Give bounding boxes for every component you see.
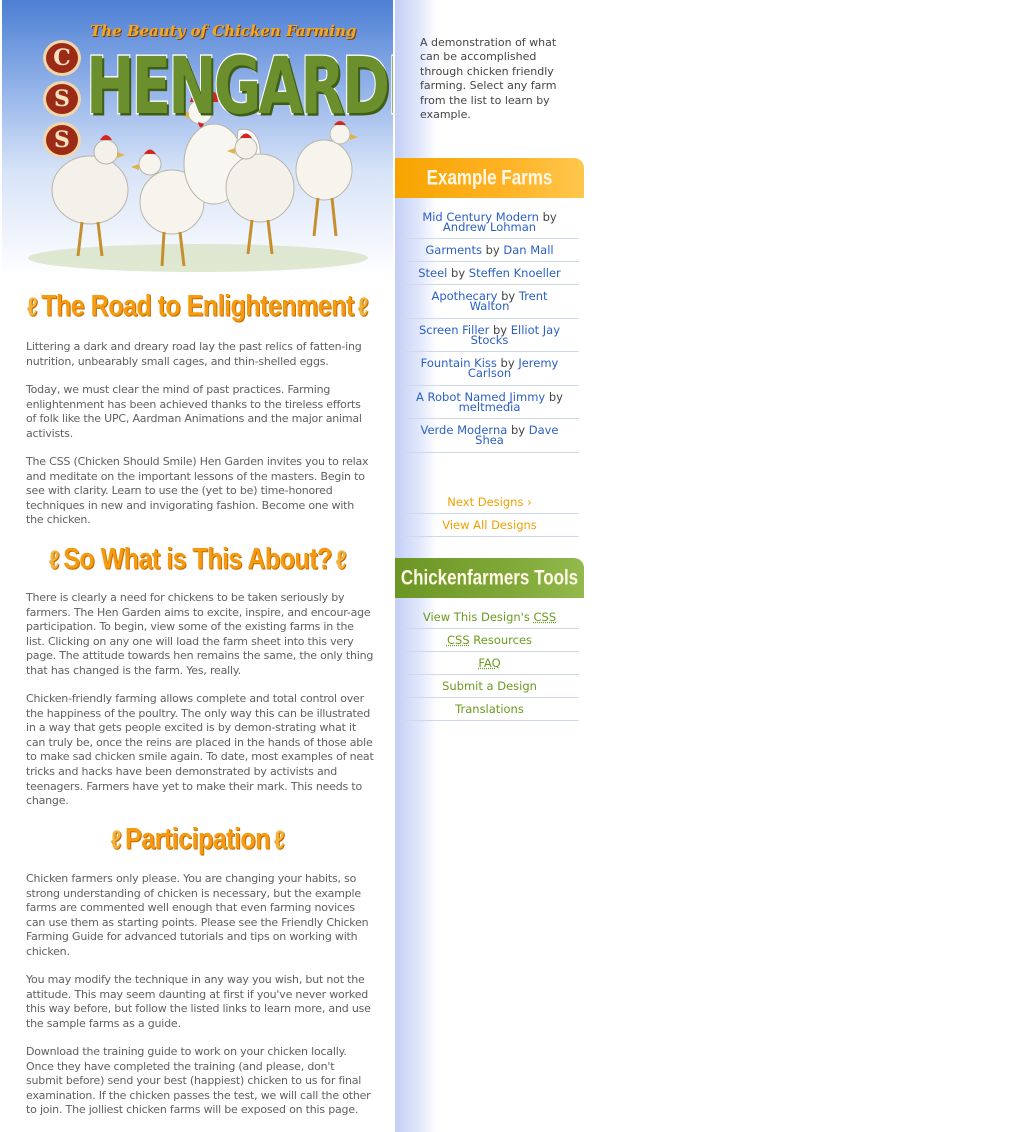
- list-item: Mid Century Modern by Andrew Lohman: [400, 206, 579, 239]
- paragraph: Chicken-friendly farming allows complete…: [26, 692, 374, 808]
- example-farms-header: Example Farms: [395, 158, 584, 198]
- css-badge: C S S: [42, 40, 82, 158]
- list-item: Fountain Kiss by Jeremy Carlson: [400, 352, 579, 386]
- by-text: by: [485, 243, 500, 257]
- flourish-icon: ℓ: [26, 292, 38, 322]
- farm-author-link[interactable]: meltmedia: [459, 400, 521, 414]
- paragraph: You may modify the technique in any way …: [26, 973, 371, 1030]
- translations-link[interactable]: Translations: [400, 698, 579, 721]
- flourish-icon: ℓ: [48, 545, 60, 575]
- faq-abbr: FAQ: [478, 656, 501, 670]
- sidebar-intro: A demonstration of what can be accomplis…: [420, 36, 557, 122]
- tools-list: View This Design's CSS CSS Resources FAQ…: [395, 606, 584, 721]
- sidebar: A demonstration of what can be accomplis…: [395, 0, 584, 1132]
- flourish-icon: ℓ: [273, 825, 285, 855]
- paragraph: Chicken farmers only please. You are cha…: [26, 872, 369, 958]
- farm-author-link[interactable]: Andrew Lohman: [443, 220, 536, 234]
- faq-link[interactable]: FAQ: [400, 652, 579, 675]
- css-badge-letter: C: [43, 40, 81, 76]
- css-abbr: CSS: [446, 633, 470, 647]
- list-item: Apothecary by Trent Walton: [400, 285, 579, 319]
- hero-banner: The Beauty of Chicken Farming C S S HENG…: [2, 0, 393, 278]
- example-farms-list: Mid Century Modern by Andrew Lohman Garm…: [395, 206, 584, 453]
- by-text: by: [451, 266, 466, 280]
- list-item: Screen Filler by Elliot Jay Stocks: [400, 319, 579, 352]
- by-text: by: [548, 390, 563, 404]
- paragraph: Download the training guide to work on y…: [26, 1045, 371, 1117]
- paragraph: The CSS (Chicken Should Smile) Hen Garde…: [26, 455, 369, 527]
- css-resources-link[interactable]: CSS Resources: [400, 629, 579, 652]
- paragraph: Littering a dark and dreary road lay the…: [26, 340, 362, 368]
- css-badge-letter: S: [43, 81, 81, 117]
- farm-author-link[interactable]: Steffen Knoeller: [469, 266, 561, 280]
- view-all-designs-link[interactable]: View All Designs: [400, 514, 579, 537]
- by-text: by: [542, 210, 557, 224]
- farm-author-link[interactable]: Dan Mall: [503, 243, 553, 257]
- main-column: The Beauty of Chicken Farming C S S HENG…: [2, 0, 393, 1132]
- design-nav-list: Next Designs › View All Designs: [395, 491, 584, 537]
- paragraph: Today, we must clear the mind of past pr…: [26, 383, 362, 440]
- by-text: by: [510, 423, 526, 437]
- submit-design-link[interactable]: Submit a Design: [400, 675, 579, 698]
- section-heading-about: ℓ So What is This About? ℓ: [48, 542, 347, 576]
- site-tagline: The Beauty of Chicken Farming: [90, 22, 357, 40]
- list-item: Garments by Dan Mall: [400, 239, 579, 262]
- flourish-icon: ℓ: [110, 825, 122, 855]
- css-abbr: CSS: [533, 610, 557, 624]
- list-item: A Robot Named Jimmy by meltmedia: [400, 386, 579, 419]
- next-designs-link[interactable]: Next Designs ›: [400, 491, 579, 514]
- flourish-icon: ℓ: [357, 292, 369, 322]
- farm-design-link[interactable]: Steel: [418, 266, 447, 280]
- chicken-5: [295, 121, 358, 237]
- view-css-link[interactable]: View This Design's CSS: [400, 606, 579, 629]
- list-item: Steel by Steffen Knoeller: [400, 262, 579, 285]
- list-item: Verde Moderna by Dave Shea: [400, 419, 579, 453]
- farm-design-link[interactable]: Garments: [425, 243, 482, 257]
- chickenfarmers-tools-header: Chickenfarmers Tools: [395, 558, 584, 598]
- paragraph: There is clearly a need for chickens to …: [26, 591, 374, 677]
- flourish-icon: ℓ: [335, 545, 347, 575]
- css-badge-letter: S: [43, 122, 81, 158]
- section-heading-enlightenment: ℓ The Road to Enlightenment ℓ: [26, 289, 369, 323]
- section-heading-participation: ℓ Participation ℓ: [110, 822, 285, 856]
- site-title: HENGARDEN: [85, 39, 393, 134]
